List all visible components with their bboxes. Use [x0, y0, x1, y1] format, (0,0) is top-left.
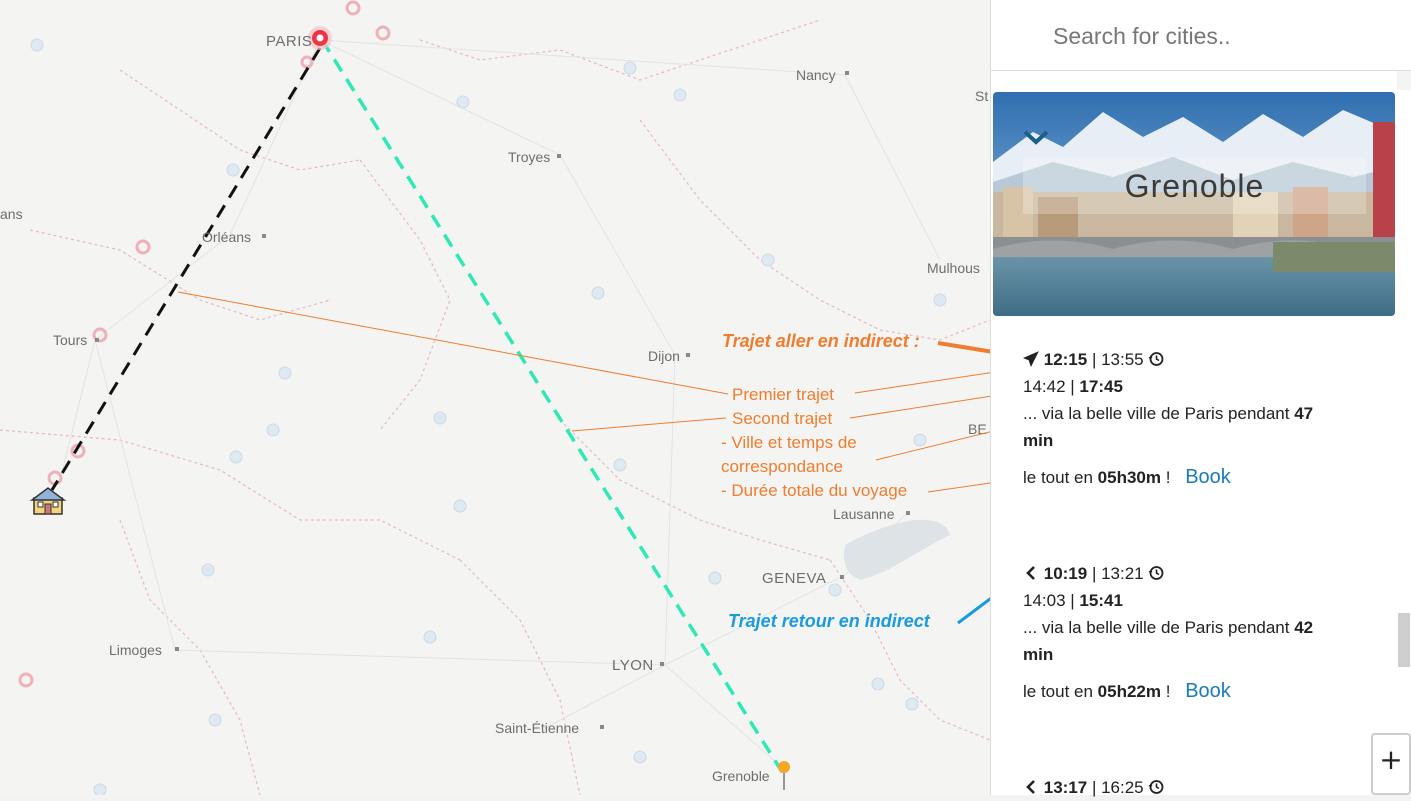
trip-leg-1: 13:17 | 16:25	[1023, 774, 1164, 801]
book-button[interactable]: Book	[1185, 466, 1231, 488]
trip-card-3: 13:17 | 16:25	[1023, 774, 1164, 801]
annotation-ville-2: correspondance	[721, 457, 843, 476]
separator: |	[1065, 591, 1080, 610]
city-label-troyes: Troyes	[508, 149, 550, 165]
trip-arrival: 16:25	[1101, 778, 1144, 797]
connection-duration: 42	[1294, 618, 1314, 637]
connection-duration: 47	[1294, 404, 1314, 423]
separator: |	[1087, 564, 1102, 583]
history-icon[interactable]	[1148, 565, 1164, 581]
history-icon[interactable]	[1148, 351, 1164, 367]
connection-text: ... via la belle ville de Paris pendant	[1023, 404, 1295, 423]
total-suffix: !	[1161, 468, 1171, 487]
city-label-st: St	[975, 88, 989, 104]
trip-leg-1: 10:19 | 13:21	[1023, 560, 1343, 587]
annotation-second: Second trajet	[732, 409, 832, 428]
annotation-premier: Premier trajet	[732, 385, 834, 404]
search-input[interactable]	[1051, 18, 1385, 54]
total-duration: 05h30m	[1097, 468, 1161, 487]
city-label-grenoble: Grenoble	[712, 768, 770, 784]
total-text: le tout en	[1023, 682, 1098, 701]
trip-connection: ... via la belle ville de Paris pendant …	[1023, 400, 1343, 454]
search-bar	[991, 0, 1411, 71]
trip-leg-2: 14:42 | 17:45	[1023, 373, 1343, 400]
separator: |	[1065, 377, 1080, 396]
panel-scrollbar[interactable]	[1397, 90, 1411, 795]
trip-arrival-2: 15:41	[1079, 591, 1123, 610]
trip-departure: 12:15	[1043, 350, 1088, 369]
city-label-dijon: Dijon	[648, 348, 680, 364]
total-text: le tout en	[1023, 468, 1098, 487]
trip-departure: 13:17	[1043, 778, 1088, 797]
city-label-limoges: Limoges	[109, 642, 162, 658]
separator: |	[1087, 350, 1102, 369]
connection-text: ... via la belle ville de Paris pendant	[1023, 618, 1295, 637]
city-label-lausanne: Lausanne	[833, 506, 895, 522]
trip-leg-2: 14:03 | 15:41	[1023, 587, 1343, 614]
destination-title: Grenoble	[1023, 158, 1366, 214]
annotation-retour-title: Trajet retour en indirect	[728, 611, 931, 631]
annotation-aller-title: Trajet aller en indirect :	[722, 331, 920, 351]
trip-arrival: 13:21	[1101, 564, 1144, 583]
connection-unit: min	[1023, 431, 1054, 450]
trip-leg-1: 12:15 | 13:55	[1023, 346, 1343, 373]
annotation-ville-1: - Ville et temps de	[721, 433, 857, 452]
trip-departure: 10:19	[1043, 564, 1088, 583]
annotation-duree: - Durée totale du voyage	[721, 481, 907, 500]
city-label-tours: Tours	[53, 332, 87, 348]
connection-unit: min	[1023, 645, 1054, 664]
city-label-ans: ans	[0, 206, 23, 222]
trip-departure-2: 14:03	[1023, 591, 1066, 610]
total-suffix: !	[1161, 682, 1171, 701]
city-label-saint-etienne: Saint-Étienne	[495, 720, 579, 736]
trip-arrival-2: 17:45	[1079, 377, 1123, 396]
paper-plane-icon	[1023, 351, 1039, 367]
city-label-mulhouse: Mulhous	[927, 260, 980, 276]
trip-total: le tout en 05h22m ! Book	[1023, 678, 1343, 705]
trip-arrival: 13:55	[1101, 350, 1144, 369]
trip-card-retour: 10:19 | 13:21 14:03 | 15:41 ... via la b…	[1023, 560, 1343, 705]
side-panel: Grenoble 12:15 | 13:55 14:42 | 17:45 ...…	[990, 0, 1411, 797]
trip-card-aller: 12:15 | 13:55 14:42 | 17:45 ... via la b…	[1023, 346, 1343, 491]
city-label-nancy: Nancy	[796, 67, 836, 83]
history-icon[interactable]	[1148, 779, 1164, 795]
city-label-paris: PARIS	[266, 33, 312, 50]
chevron-left-icon	[1026, 566, 1035, 580]
scrollbar-thumb[interactable]	[1398, 613, 1410, 667]
city-label-geneva: GENEVA	[762, 570, 826, 587]
separator: |	[1087, 778, 1102, 797]
city-label-orleans: Orléans	[202, 229, 251, 245]
trip-total: le tout en 05h30m ! Book	[1023, 464, 1343, 491]
total-duration: 05h22m	[1097, 682, 1161, 701]
destination-card[interactable]: Grenoble	[993, 92, 1395, 316]
city-label-lyon: LYON	[612, 657, 654, 674]
zoom-in-button[interactable]: +	[1371, 733, 1411, 795]
chevron-left-icon	[1026, 780, 1035, 794]
trip-departure-2: 14:42	[1023, 377, 1066, 396]
trip-connection: ... via la belle ville de Paris pendant …	[1023, 614, 1343, 668]
chevron-down-icon[interactable]	[1021, 122, 1051, 152]
book-button[interactable]: Book	[1185, 680, 1231, 702]
